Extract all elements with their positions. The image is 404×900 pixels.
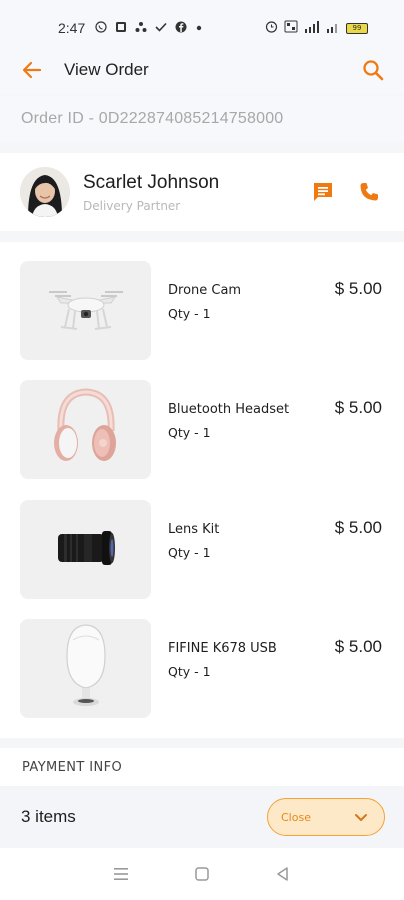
item-price: $ 5.00 [334,279,382,298]
items-count: 3 items [21,807,76,826]
list-item[interactable]: FIFINE K678 USB Qty - 1 $ 5.00 [20,619,384,719]
headphones-icon [51,387,121,473]
status-left: 2:47 [58,20,203,36]
partner-role: Delivery Partner [83,198,181,213]
list-item[interactable]: Lens Kit Qty - 1 $ 5.00 [20,500,384,600]
order-footer: 3 items Close [0,786,404,848]
status-right: 99 [265,20,368,36]
dot-icon [195,22,203,35]
drone-icon [41,279,131,343]
partner-info: Scarlet Johnson Delivery Partner [83,172,292,213]
avatar [20,167,70,217]
item-qty: Qty - 1 [168,545,211,560]
items-list: Drone Cam Qty - 1 $ 5.00 Bluetooth Heads… [0,242,404,738]
product-image [20,619,151,718]
battery-icon: 99 [346,22,368,34]
item-name: Drone Cam [168,283,242,298]
search-icon[interactable] [360,57,386,83]
app-header: View Order [0,46,404,94]
item-name: Lens Kit [168,522,220,537]
status-time: 2:47 [58,20,86,36]
system-nav-bar [0,848,404,900]
item-qty: Qty - 1 [168,425,211,440]
partner-name: Scarlet Johnson [83,171,220,193]
product-image [20,261,151,360]
payment-info-heading: PAYMENT INFO [0,748,404,786]
list-item[interactable]: Drone Cam Qty - 1 $ 5.00 [20,261,384,361]
share-icon [135,21,147,36]
list-item[interactable]: Bluetooth Headset Qty - 1 $ 5.00 [20,380,384,480]
volte-icon [284,20,298,36]
home-square-icon[interactable] [190,862,214,886]
whatsapp-icon [95,20,107,36]
item-name: FIFINE K678 USB [168,641,277,656]
camera-lens-icon [54,528,118,572]
item-name: Bluetooth Headset [168,402,290,417]
arrow-left-icon[interactable] [20,58,44,82]
product-image [20,500,151,599]
order-id: Order ID - 0D222874085214758000 [0,96,404,142]
check-icon [155,21,167,36]
gallery-icon [115,21,127,36]
alarm-icon [265,20,278,36]
menu-icon[interactable] [109,862,133,886]
item-qty: Qty - 1 [168,664,211,679]
signal-icon [304,20,320,36]
partner-card: Scarlet Johnson Delivery Partner [0,153,404,231]
phone-icon[interactable] [354,177,384,207]
item-qty: Qty - 1 [168,306,211,321]
speaker-icon [61,622,111,716]
signal-icon [326,21,340,36]
page-title: View Order [64,60,149,79]
back-triangle-icon[interactable] [271,862,295,886]
battery-level: 99 [352,24,362,32]
facebook-icon [175,21,187,36]
message-icon[interactable] [308,177,338,207]
product-image [20,380,151,479]
close-button[interactable]: Close [267,798,385,836]
item-price: $ 5.00 [334,637,382,656]
chevron-down-icon [354,808,368,827]
item-price: $ 5.00 [334,398,382,417]
close-label: Close [281,810,311,824]
item-price: $ 5.00 [334,518,382,537]
